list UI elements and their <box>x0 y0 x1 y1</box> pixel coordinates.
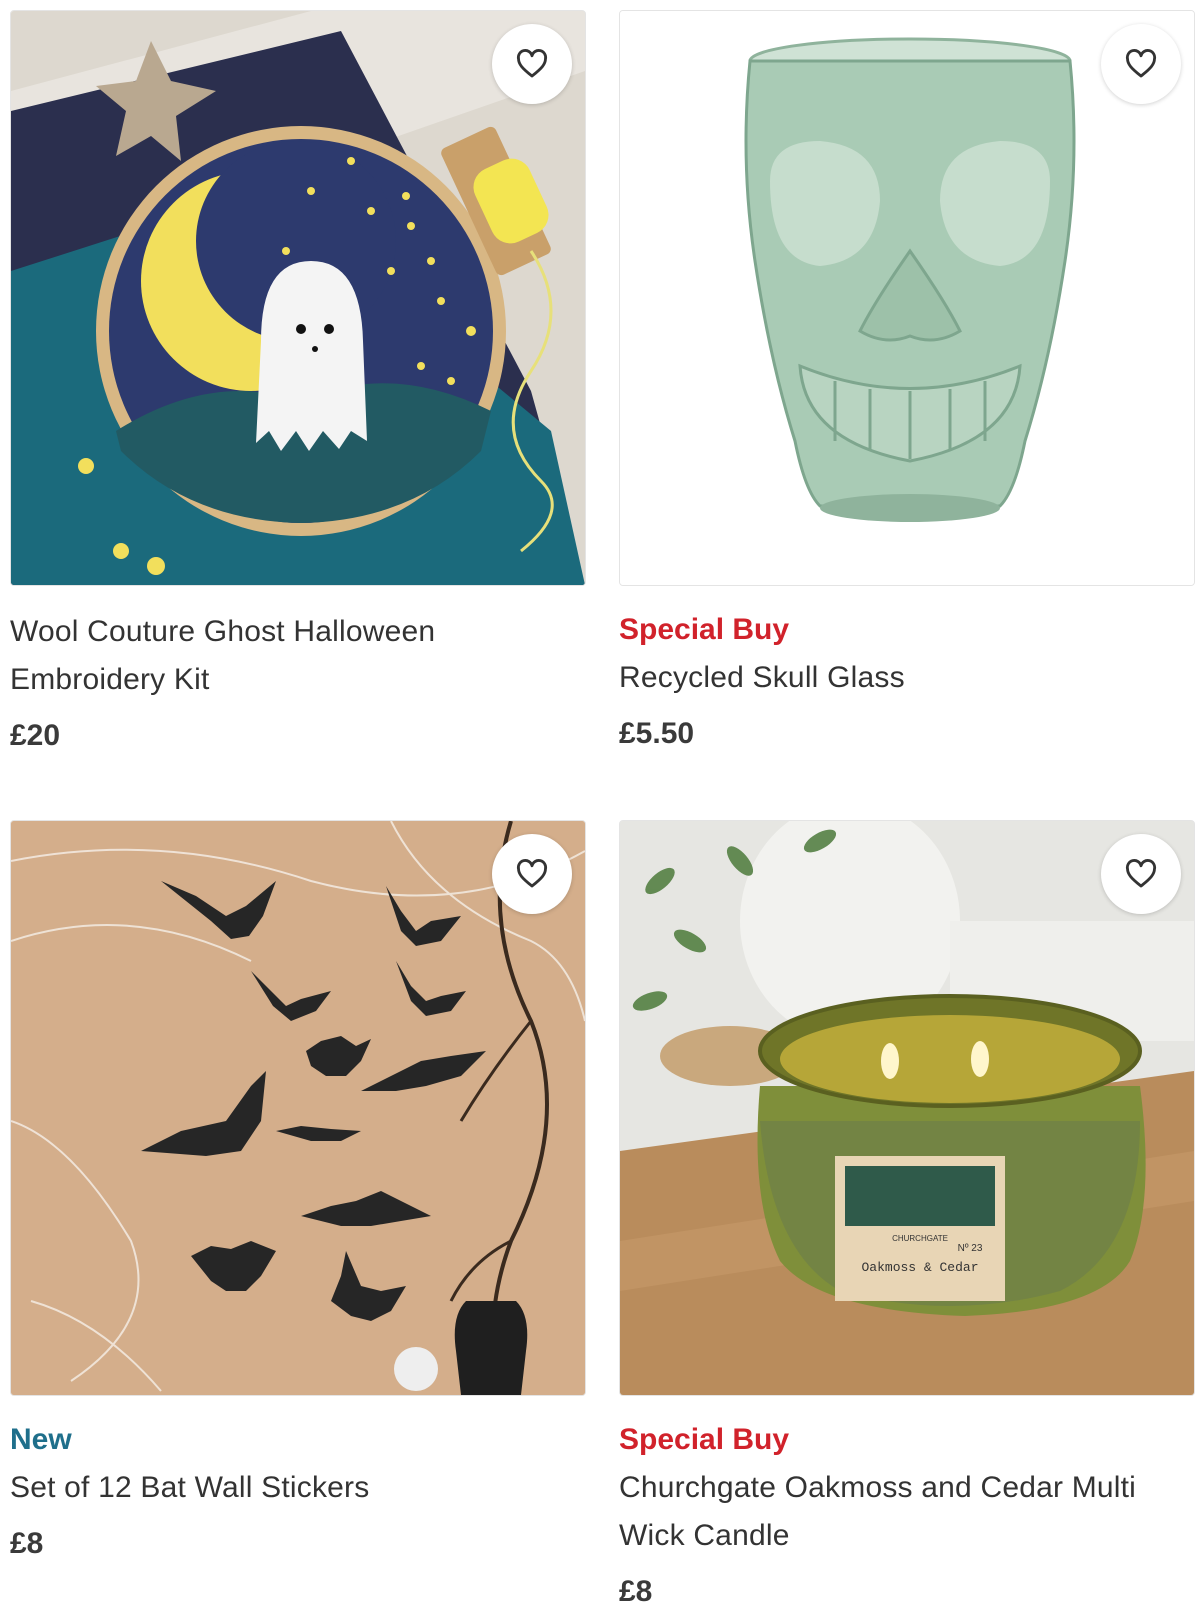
special-buy-badge: Special Buy <box>619 613 790 646</box>
heart-outline-icon <box>1125 859 1157 888</box>
heart-outline-icon <box>516 859 548 888</box>
product-price: £5.50 <box>619 717 695 750</box>
product-price: £8 <box>619 1575 653 1608</box>
wishlist-button[interactable] <box>492 24 572 104</box>
candle-label-number: Nº 23 <box>958 1243 983 1254</box>
new-badge: New <box>10 1423 72 1456</box>
embroidery-kit-image <box>11 11 585 585</box>
product-card[interactable]: Special Buy Recycled Skull Glass £5.50 <box>619 10 1195 758</box>
candle-label-scent: Oakmoss & Cedar <box>861 1260 978 1275</box>
product-image[interactable] <box>619 10 1195 586</box>
product-title[interactable]: Set of 12 Bat Wall Stickers <box>10 1464 586 1512</box>
product-card[interactable]: Wool Couture Ghost Halloween Embroidery … <box>10 10 586 760</box>
product-title[interactable]: Churchgate Oakmoss and Cedar Multi Wick … <box>619 1464 1195 1560</box>
wishlist-button[interactable] <box>1101 834 1181 914</box>
heart-outline-icon <box>516 49 548 78</box>
candle-image: CHURCHGATE Nº 23 Oakmoss & Cedar <box>620 821 1194 1395</box>
product-info: Special Buy Recycled Skull Glass £5.50 <box>619 586 1195 758</box>
wishlist-button[interactable] <box>1101 24 1181 104</box>
product-price: £20 <box>10 719 61 752</box>
product-info: Wool Couture Ghost Halloween Embroidery … <box>10 586 586 760</box>
product-title[interactable]: Recycled Skull Glass <box>619 654 1195 702</box>
bat-stickers-image <box>11 821 585 1395</box>
product-grid: Wool Couture Ghost Halloween Embroidery … <box>0 0 1200 1608</box>
product-image[interactable] <box>10 820 586 1396</box>
skull-glass-image <box>620 11 1194 585</box>
product-title[interactable]: Wool Couture Ghost Halloween Embroidery … <box>10 608 586 704</box>
special-buy-badge: Special Buy <box>619 1423 790 1456</box>
product-info: Special Buy Churchgate Oakmoss and Cedar… <box>619 1396 1195 1616</box>
product-image[interactable] <box>10 10 586 586</box>
wishlist-button[interactable] <box>492 834 572 914</box>
product-image[interactable]: CHURCHGATE Nº 23 Oakmoss & Cedar <box>619 820 1195 1396</box>
product-info: New Set of 12 Bat Wall Stickers £8 <box>10 1396 586 1568</box>
product-price: £8 <box>10 1527 44 1560</box>
product-card[interactable]: CHURCHGATE Nº 23 Oakmoss & Cedar Special… <box>619 820 1195 1616</box>
product-card[interactable]: New Set of 12 Bat Wall Stickers £8 <box>10 820 586 1568</box>
heart-outline-icon <box>1125 49 1157 78</box>
candle-label-brand: CHURCHGATE <box>892 1234 948 1243</box>
